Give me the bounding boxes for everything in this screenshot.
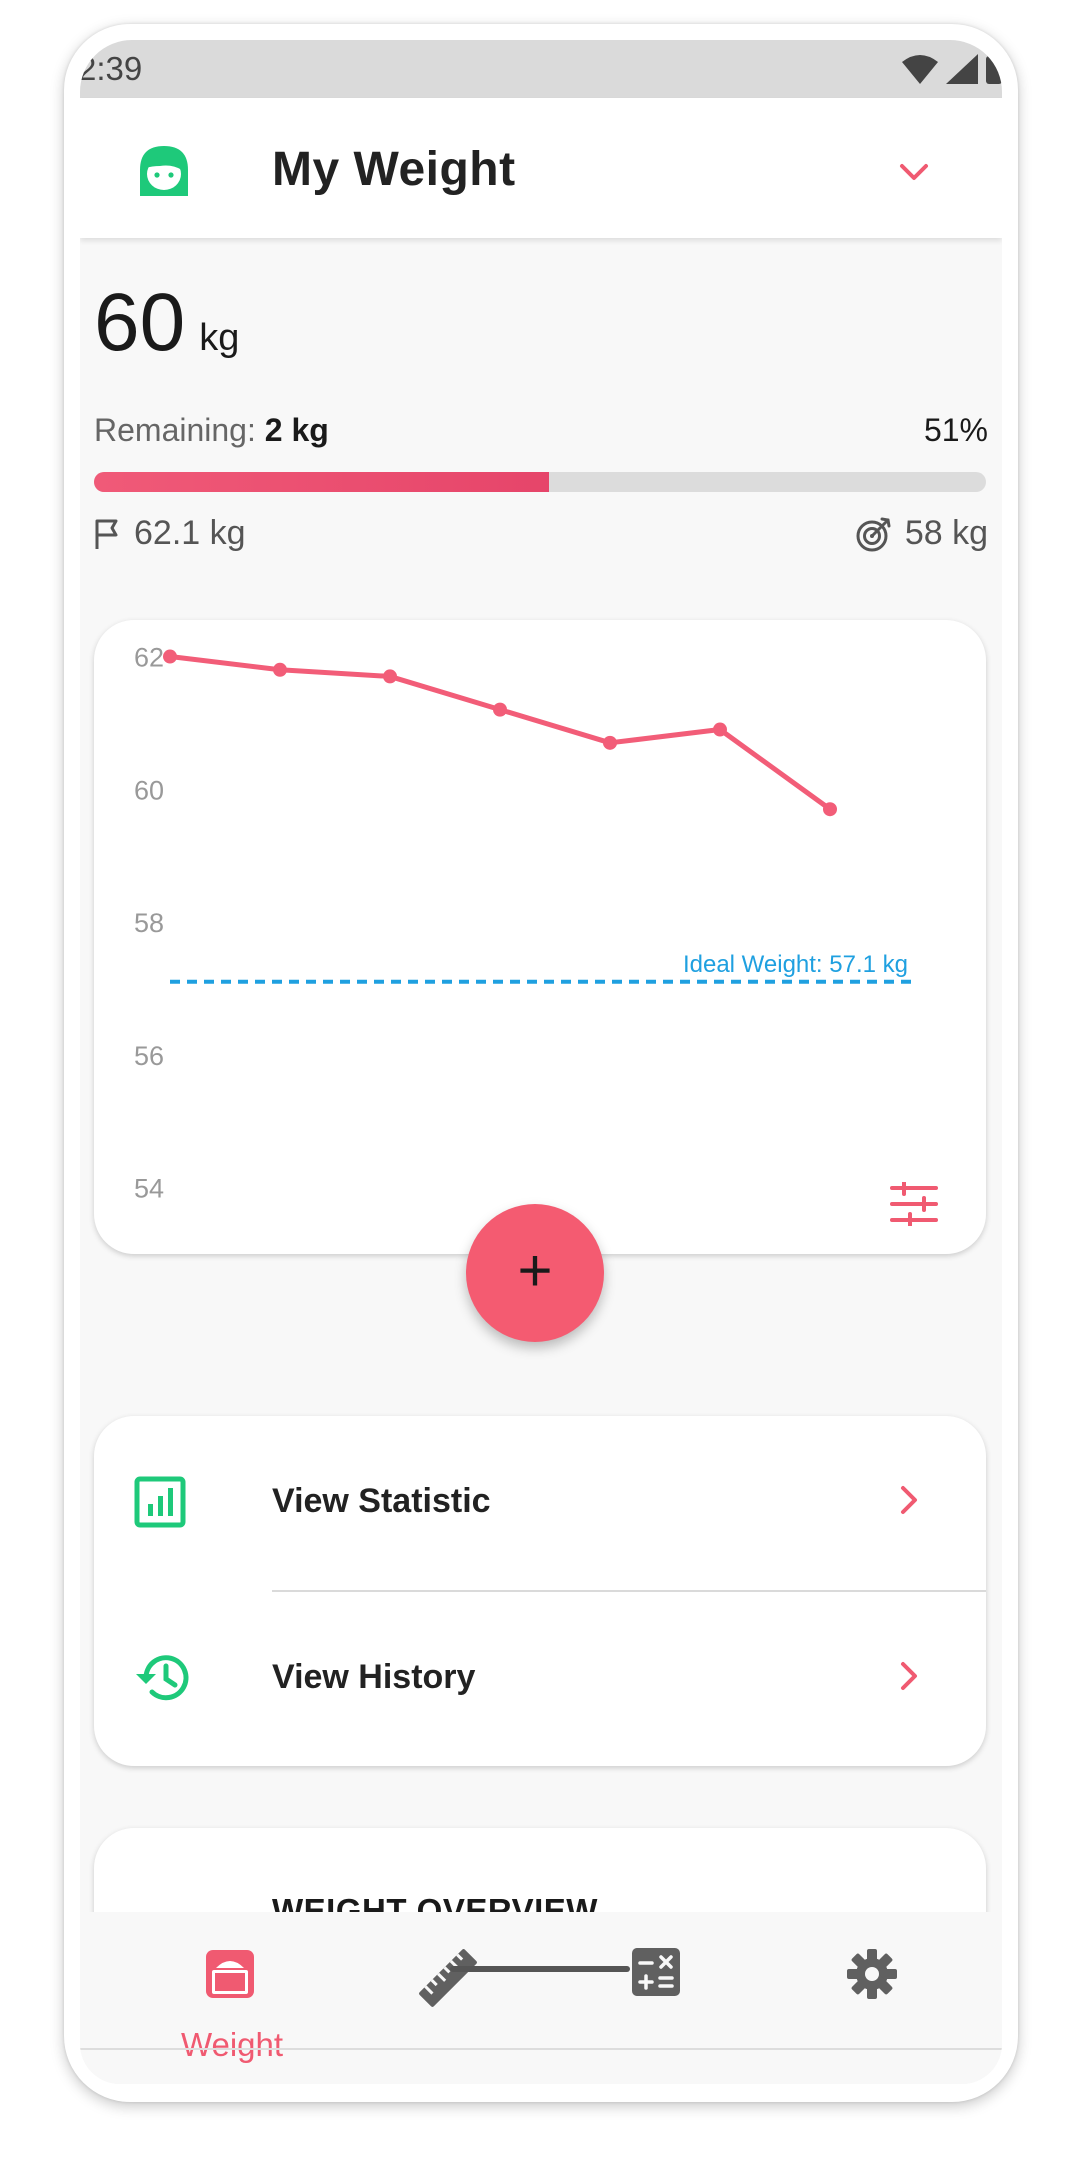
ideal-weight-label: Ideal Weight: 57.1 kg [683, 951, 908, 978]
page-title: My Weight [272, 143, 516, 196]
y-tick-label: 62 [134, 643, 164, 673]
chevron-down-icon[interactable] [894, 152, 934, 192]
weight-chart-card: 62 60 58 56 54 Ideal Weight: 57.1 kg [94, 620, 986, 1254]
progress-bar [94, 472, 986, 492]
bar-chart-icon [134, 1476, 186, 1528]
goal-weight-value: 58 kg [904, 514, 988, 552]
app-bar: My Weight [80, 98, 1002, 238]
battery-icon [986, 56, 1002, 84]
scale-icon [206, 1950, 254, 1998]
weight-data-point [713, 722, 727, 737]
remaining-label: Remaining: [94, 412, 256, 448]
status-icons [902, 54, 1002, 84]
ruler-icon [419, 1949, 477, 2007]
calculator-icon [632, 1948, 680, 1996]
y-tick-label: 56 [134, 1041, 164, 1071]
y-tick-label: 60 [134, 775, 164, 805]
chevron-right-icon [901, 1662, 917, 1690]
goal-weight: 58 kg [855, 514, 988, 553]
weight-data-point [823, 802, 837, 817]
status-bar: 2:39 [80, 40, 1002, 98]
remaining-text: Remaining: 2 kg [94, 412, 329, 449]
weight-series-line [169, 654, 832, 812]
start-weight-value: 62.1 kg [134, 514, 246, 552]
nav-weight-label: Weight [180, 2026, 284, 2063]
current-weight: 60 kg [94, 276, 239, 370]
weight-data-point [163, 649, 177, 664]
current-weight-value: 60 [94, 277, 186, 368]
status-time: 2:39 [80, 50, 143, 87]
chevron-right-icon [901, 1486, 917, 1514]
progress-percent: 51% [923, 412, 988, 448]
y-tick-label: 54 [134, 1174, 164, 1204]
menu-card: View Statistic View History [94, 1416, 986, 1766]
weight-data-point [603, 735, 617, 750]
start-weight: 62.1 kg [94, 514, 246, 553]
weight-data-point [493, 702, 507, 717]
face-icon [140, 146, 188, 196]
view-history-label: View History [272, 1658, 476, 1696]
nav-settings[interactable] [774, 1912, 974, 2062]
nav-weight[interactable]: Weight [132, 1912, 332, 2063]
wifi-icon [902, 55, 938, 84]
nav-measure[interactable] [346, 1912, 546, 2062]
home-indicator [450, 1966, 630, 1972]
progress-fill [94, 472, 549, 492]
gear-icon [847, 1949, 897, 1999]
current-weight-unit: kg [199, 317, 240, 359]
view-history-row[interactable]: View History [94, 1592, 986, 1766]
app-screen: 2:39 My Weight 60 kg Remaining: 2 kg 51%… [80, 40, 1002, 2084]
nav-calculator[interactable] [560, 1912, 760, 2062]
view-statistic-label: View Statistic [272, 1482, 491, 1520]
signal-icon [946, 54, 978, 84]
history-icon [136, 1655, 189, 1701]
weight-chart: 62 60 58 56 54 Ideal Weight: 57.1 kg [134, 643, 912, 1204]
view-statistic-row[interactable]: View Statistic [94, 1416, 986, 1590]
flag-icon [95, 519, 118, 549]
weight-data-point [273, 662, 287, 677]
device-frame: 2:39 My Weight 60 kg Remaining: 2 kg 51%… [64, 24, 1018, 2102]
weight-data-point [383, 669, 397, 684]
bottom-navigation: Weight [80, 1912, 1002, 2084]
target-icon [856, 517, 891, 551]
nav-separator [80, 2048, 1002, 2050]
y-tick-label: 58 [134, 908, 164, 938]
remaining-value: 2 kg [264, 412, 329, 448]
plus-icon: + [517, 1237, 553, 1304]
filter-icon[interactable] [890, 1182, 938, 1226]
add-weight-button[interactable]: + [466, 1204, 604, 1342]
